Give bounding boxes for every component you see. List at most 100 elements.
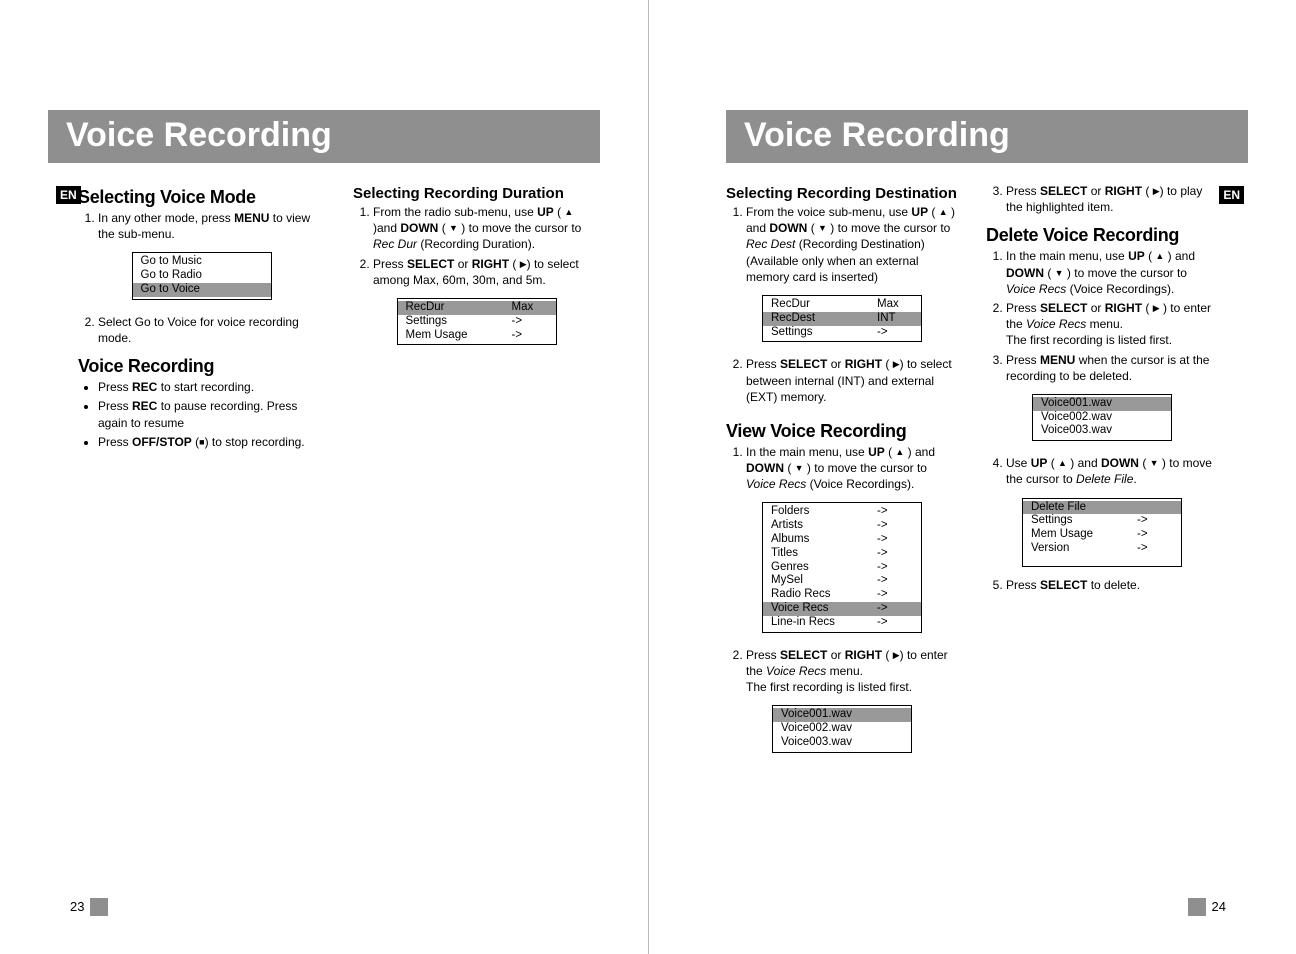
heading-voice-recording: Voice Recording — [78, 356, 325, 377]
step-1: In any other mode, press MENU to view th… — [98, 210, 325, 242]
menu-row: Version-> — [1023, 542, 1181, 556]
step-1: From the voice sub-menu, use UP ( ▲ ) an… — [746, 204, 958, 285]
menu-row: Settings-> — [398, 315, 556, 329]
page-right: Voice Recording EN Selecting Recording D… — [648, 0, 1296, 954]
banner-left: Voice Recording — [48, 110, 600, 163]
down-icon: ▼ — [818, 223, 827, 233]
bullet-2: Press REC to pause recording. Press agai… — [98, 398, 325, 430]
down-icon: ▼ — [449, 223, 458, 233]
lang-badge-left: EN — [56, 186, 81, 204]
list-rec-dest-2: Press SELECT or RIGHT ( ▶) to select bet… — [726, 356, 958, 405]
menu-row: Genres-> — [763, 561, 921, 575]
menu-row: Folders-> — [763, 505, 921, 519]
up-icon: ▲ — [1058, 458, 1067, 468]
step-1: In the main menu, use UP ( ▲ ) and DOWN … — [1006, 248, 1218, 297]
heading-selecting-voice-mode: Selecting Voice Mode — [78, 187, 325, 208]
heading-recording-duration: Selecting Recording Duration — [353, 185, 600, 202]
menu-row: Mem Usage-> — [398, 329, 556, 343]
list-delete-4: Use UP ( ▲ ) and DOWN ( ▼ ) to move the … — [986, 455, 1218, 487]
right-icon: ▶ — [893, 650, 900, 660]
menu-row: MySel-> — [763, 574, 921, 588]
menu-row: RecDurMax — [763, 298, 921, 312]
list-view-2: Press SELECT or RIGHT ( ▶) to enter the … — [726, 647, 958, 696]
heading-view-voice: View Voice Recording — [726, 421, 958, 442]
menu-row: Voice003.wav — [1033, 424, 1171, 438]
list-view: In the main menu, use UP ( ▲ ) and DOWN … — [726, 444, 958, 493]
list-delete: In the main menu, use UP ( ▲ ) and DOWN … — [986, 248, 1218, 384]
menu-recdur: RecDurMaxSettings->Mem Usage-> — [397, 298, 557, 345]
list-voice-mode: In any other mode, press MENU to view th… — [78, 210, 325, 242]
col-r2: Press SELECT or RIGHT ( ▶) to play the h… — [986, 181, 1248, 767]
step-5: Press SELECT to delete. — [1006, 577, 1218, 593]
banner-right: Voice Recording — [726, 110, 1248, 163]
menu-recdest: RecDurMaxRecDestINTSettings-> — [762, 295, 922, 342]
step-4: Use UP ( ▲ ) and DOWN ( ▼ ) to move the … — [1006, 455, 1218, 487]
step-1: From the radio sub-menu, use UP ( ▲ )and… — [373, 204, 600, 253]
menu-row: Delete File — [1023, 501, 1181, 515]
right-icon: ▶ — [893, 359, 900, 369]
heading-delete: Delete Voice Recording — [986, 225, 1218, 246]
step-3: Press MENU when the cursor is at the rec… — [1006, 352, 1218, 384]
columns-left: Selecting Voice Mode In any other mode, … — [48, 181, 600, 460]
col-l1: Selecting Voice Mode In any other mode, … — [48, 181, 325, 460]
menu-submenu: Go to MusicGo to RadioGo to Voice — [132, 252, 272, 299]
right-icon: ▶ — [1153, 186, 1160, 196]
list-rec-dur: From the radio sub-menu, use UP ( ▲ )and… — [353, 204, 600, 288]
menu-row: Settings-> — [1023, 514, 1181, 528]
menu-row: Voice003.wav — [773, 736, 911, 750]
bullets-voice-recording: Press REC to start recording. Press REC … — [78, 379, 325, 450]
menu-row: Voice002.wav — [773, 722, 911, 736]
up-icon: ▲ — [939, 207, 948, 217]
lang-badge: EN — [56, 186, 81, 204]
menu-row: Go to Music — [133, 255, 271, 269]
page-number-23: 23 — [70, 899, 84, 914]
col-l2: Selecting Recording Duration From the ra… — [353, 181, 600, 460]
step-2: Select Go to Voice for voice recording m… — [98, 314, 325, 346]
lang-badge-right: EN — [1219, 186, 1244, 204]
menu-row: Go to Voice — [133, 283, 271, 297]
menu-row: RecDestINT — [763, 312, 921, 326]
menu-row: Radio Recs-> — [763, 588, 921, 602]
page-left: Voice Recording EN Selecting Voice Mode … — [0, 0, 648, 954]
step-2: Press SELECT or RIGHT ( ▶ ) to enter the… — [1006, 300, 1218, 349]
menu-row: Settings-> — [763, 326, 921, 340]
down-icon: ▼ — [1150, 458, 1159, 468]
step-2: Press SELECT or RIGHT ( ▶) to enter the … — [746, 647, 958, 696]
lang-badge: EN — [1219, 186, 1244, 204]
menu-row: Albums-> — [763, 533, 921, 547]
bullet-1: Press REC to start recording. — [98, 379, 325, 395]
menu-row: Voice001.wav — [773, 708, 911, 722]
down-icon: ▼ — [1055, 268, 1064, 278]
up-icon: ▲ — [895, 447, 904, 457]
list-view-3: Press SELECT or RIGHT ( ▶) to play the h… — [986, 183, 1218, 215]
up-icon: ▲ — [1155, 251, 1164, 261]
menu-row: Go to Radio — [133, 269, 271, 283]
list-rec-dest: From the voice sub-menu, use UP ( ▲ ) an… — [726, 204, 958, 285]
col-r1: Selecting Recording Destination From the… — [726, 181, 958, 767]
menu-main-list: Folders->Artists->Albums->Titles->Genres… — [762, 502, 922, 632]
heading-recording-destination: Selecting Recording Destination — [726, 185, 958, 202]
right-icon: ▶ — [1153, 303, 1160, 313]
up-icon: ▲ — [564, 207, 573, 217]
step-3: Press SELECT or RIGHT ( ▶) to play the h… — [1006, 183, 1218, 215]
menu-row: Artists-> — [763, 519, 921, 533]
menu-delete-file: Delete FileSettings->Mem Usage->Version-… — [1022, 498, 1182, 567]
menu-row: Mem Usage-> — [1023, 528, 1181, 542]
menu-voice-files-1: Voice001.wavVoice002.wavVoice003.wav — [772, 705, 912, 752]
page-number-24: 24 — [1212, 899, 1226, 914]
list-delete-5: Press SELECT to delete. — [986, 577, 1218, 593]
down-icon: ▼ — [795, 463, 804, 473]
corner-block-left — [90, 898, 108, 916]
columns-right: Selecting Recording Destination From the… — [696, 181, 1248, 767]
corner-block-right — [1188, 898, 1206, 916]
menu-row: Line-in Recs-> — [763, 616, 921, 630]
step-2: Press SELECT or RIGHT ( ▶) to select bet… — [746, 356, 958, 405]
menu-row: Voice Recs-> — [763, 602, 921, 616]
bullet-3: Press OFF/STOP (■) to stop recording. — [98, 434, 325, 450]
step-2: Press SELECT or RIGHT ( ▶) to select amo… — [373, 256, 600, 288]
list-voice-mode-2: Select Go to Voice for voice recording m… — [78, 314, 325, 346]
menu-row: RecDurMax — [398, 301, 556, 315]
menu-row: Voice001.wav — [1033, 397, 1171, 411]
menu-row: Voice002.wav — [1033, 411, 1171, 425]
menu-row: Titles-> — [763, 547, 921, 561]
